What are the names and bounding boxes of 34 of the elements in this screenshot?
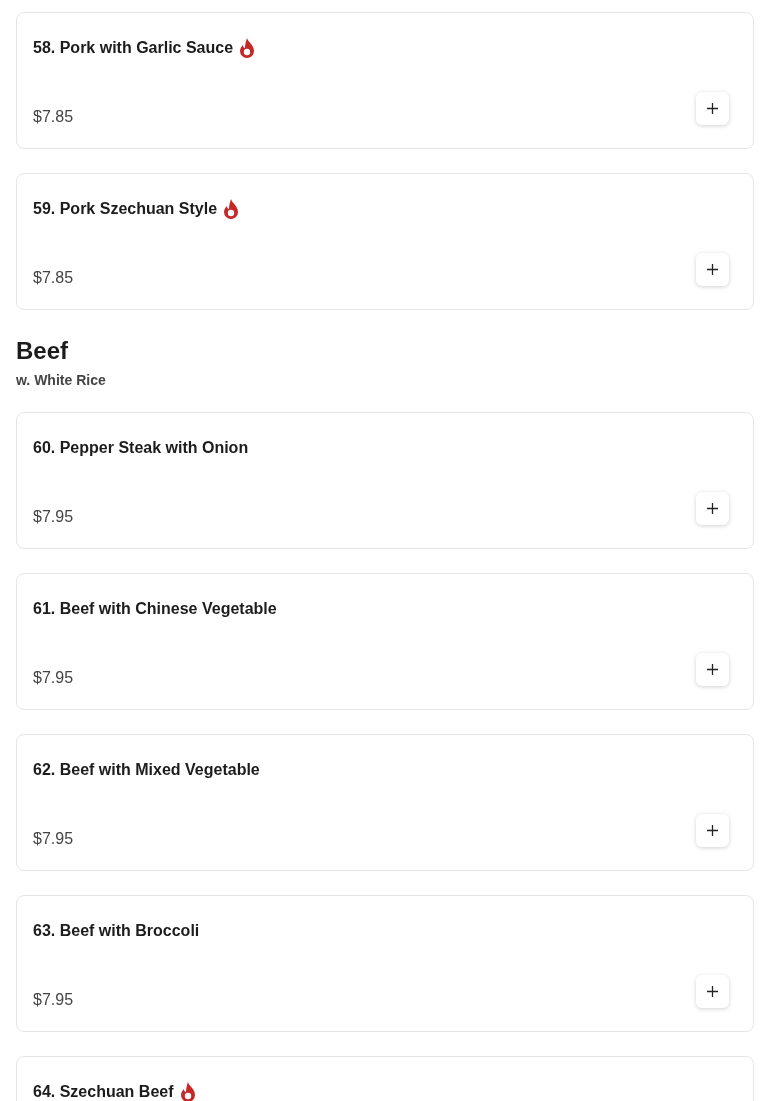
item-name: 63. Beef with Broccoli (33, 920, 200, 941)
item-name: 62. Beef with Mixed Vegetable (33, 759, 260, 780)
add-button[interactable] (696, 652, 729, 686)
item-name: 61. Beef with Chinese Vegetable (33, 598, 277, 619)
section-heading: Beef (16, 336, 70, 366)
item-name: 58. Pork with Garlic Sauce (33, 38, 234, 58)
add-button[interactable] (696, 253, 729, 286)
menu-item-card[interactable]: 64. Szechuan Beef (16, 1055, 754, 1101)
menu-item-card[interactable]: 63. Beef with Broccoli $7.95 (16, 894, 754, 1032)
item-price: $7.85 (33, 107, 74, 127)
item-price: $7.85 (33, 268, 74, 288)
section-subtitle: w. White Rice (16, 370, 107, 390)
item-price: $7.95 (33, 989, 74, 1010)
plus-icon (707, 824, 718, 836)
item-name: 59. Pork Szechuan Style (33, 199, 218, 219)
add-button[interactable] (696, 491, 729, 525)
item-price: $7.95 (33, 506, 74, 527)
add-button[interactable] (696, 813, 729, 847)
add-button[interactable] (696, 974, 729, 1008)
item-name: 60. Pepper Steak with Onion (33, 437, 249, 458)
item-price: $7.95 (33, 667, 74, 688)
plus-icon (707, 264, 718, 275)
item-price: $7.95 (33, 828, 74, 849)
plus-icon (707, 502, 718, 514)
menu-item-card[interactable]: 58. Pork with Garlic Sauce $7.85 (16, 12, 754, 149)
plus-icon (707, 103, 718, 114)
plus-icon (707, 985, 718, 997)
item-name: 64. Szechuan Beef (33, 1081, 174, 1101)
menu-item-card[interactable]: 61. Beef with Chinese Vegetable $7.95 (16, 572, 754, 710)
menu-item-card[interactable]: 62. Beef with Mixed Vegetable $7.95 (16, 733, 754, 871)
plus-icon (707, 663, 718, 675)
menu-item-card[interactable]: 59. Pork Szechuan Style $7.85 (16, 173, 754, 310)
menu-item-card[interactable]: 60. Pepper Steak with Onion $7.95 (16, 411, 754, 549)
add-button[interactable] (696, 92, 729, 125)
